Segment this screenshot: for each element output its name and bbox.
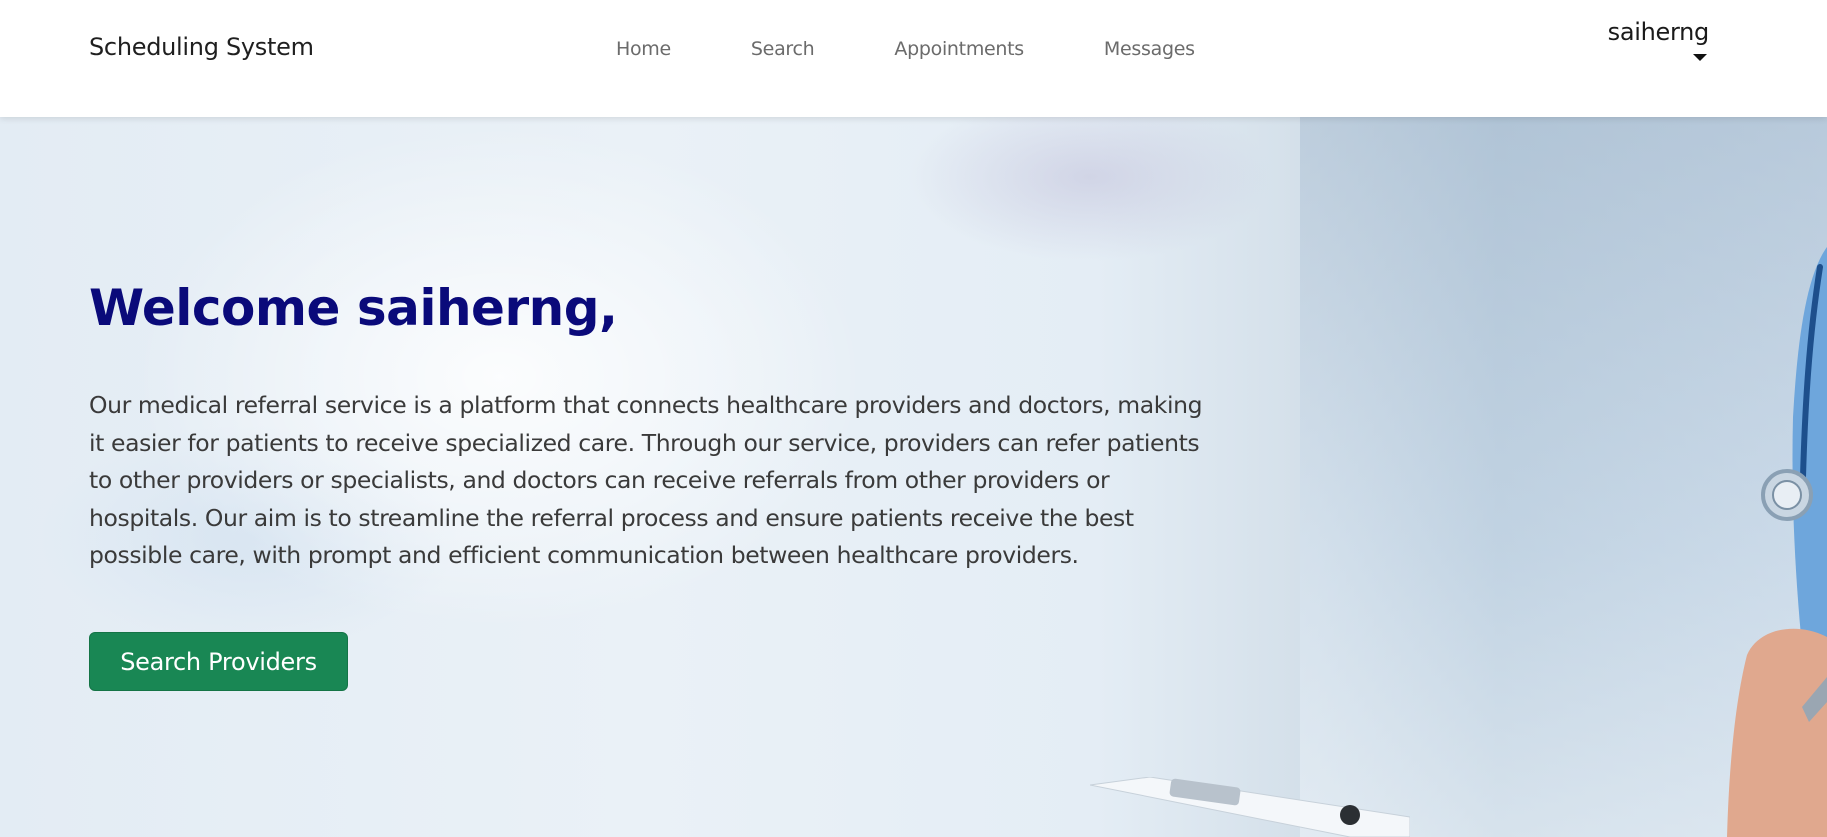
nav-link-home[interactable]: Home <box>616 38 671 60</box>
caret-down-icon <box>1693 54 1707 61</box>
brand-link[interactable]: Scheduling System <box>89 33 314 61</box>
service-description: Our medical referral service is a platfo… <box>89 391 1203 569</box>
welcome-heading: Welcome saiherng, <box>89 279 618 337</box>
search-providers-button[interactable]: Search Providers <box>89 632 348 691</box>
doctor-image <box>1727 247 1827 837</box>
top-navbar: Scheduling System Home Search Appointmen… <box>0 0 1827 117</box>
user-menu-dropdown[interactable]: saiherng <box>1608 18 1709 66</box>
user-name: saiherng <box>1607 18 1710 46</box>
hero-section: Welcome saiherng, Our medical referral s… <box>0 117 1827 837</box>
nav-links: Home Search Appointments Messages <box>616 38 1275 60</box>
nav-link-search[interactable]: Search <box>751 38 815 60</box>
clipboard-image <box>1090 777 1410 837</box>
nav-link-appointments[interactable]: Appointments <box>894 38 1024 60</box>
nav-link-messages[interactable]: Messages <box>1104 38 1195 60</box>
